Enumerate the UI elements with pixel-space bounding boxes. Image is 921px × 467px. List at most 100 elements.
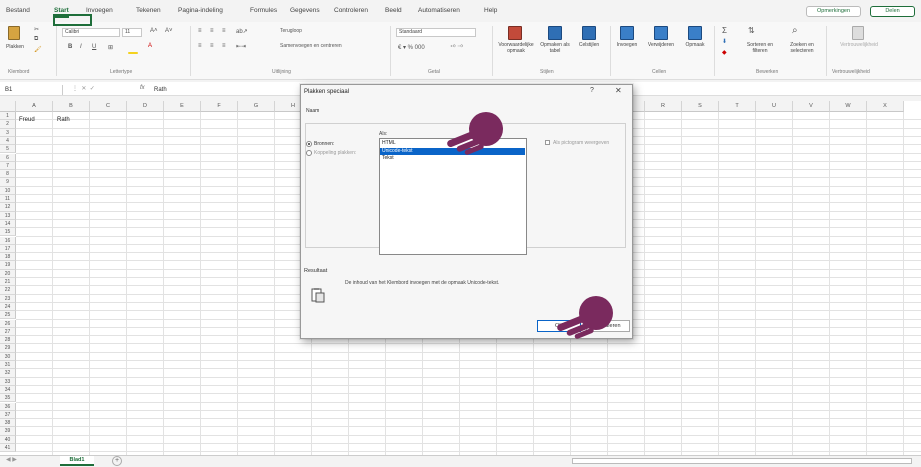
orientation-icon[interactable]: ab↗ (236, 28, 248, 35)
wrap-text-button[interactable]: Terugloop (280, 28, 302, 34)
conditional-format-button[interactable]: Voorwaardelijke opmaak (498, 42, 534, 54)
tab-gegevens[interactable]: Gegevens (290, 7, 320, 14)
sensitivity-button[interactable]: Vertrouwelijkheid (830, 42, 888, 48)
show-as-icon-checkbox[interactable] (545, 140, 550, 145)
column-header-g[interactable]: G (238, 101, 275, 112)
indent-icon[interactable]: ⇤⇥ (236, 43, 246, 50)
cut-icon[interactable]: ✂ (34, 26, 39, 33)
conditional-format-icon[interactable] (508, 26, 522, 40)
find-select-icon[interactable]: ⌕ (792, 25, 798, 36)
column-header-s[interactable]: S (682, 101, 719, 112)
column-header-v[interactable]: V (793, 101, 830, 112)
tab-automatiseren[interactable]: Automatiseren (418, 7, 460, 14)
comments-button[interactable]: Opmerkingen (806, 6, 861, 17)
tab-controleren[interactable]: Controleren (334, 7, 368, 14)
row-header-35[interactable]: 35 (0, 394, 16, 403)
paste-icon[interactable] (8, 26, 20, 40)
insert-cells-icon[interactable] (620, 26, 634, 40)
sheet-nav-icon[interactable]: ◀ ▶ (6, 456, 17, 463)
paste-button[interactable]: Plakken (4, 44, 26, 50)
row-header-2[interactable]: 2 (0, 120, 16, 129)
row-header-22[interactable]: 22 (0, 286, 16, 295)
column-header-x[interactable]: X (867, 101, 904, 112)
row-header-32[interactable]: 32 (0, 369, 16, 378)
help-icon[interactable]: ? (590, 87, 594, 94)
merge-center-button[interactable]: Samenvoegen en centreren (280, 43, 342, 49)
align-left-icon[interactable]: ≡ (198, 43, 202, 49)
column-header-e[interactable]: E (164, 101, 201, 112)
tab-help[interactable]: Help (484, 7, 497, 14)
row-header-3[interactable]: 3 (0, 128, 16, 137)
row-header-10[interactable]: 10 (0, 186, 16, 195)
cell-styles-icon[interactable] (582, 26, 596, 40)
row-header-12[interactable]: 12 (0, 203, 16, 212)
name-box[interactable]: B1 (3, 85, 63, 95)
source-radio[interactable] (306, 141, 312, 147)
tab-formules[interactable]: Formules (250, 7, 277, 14)
row-header-11[interactable]: 11 (0, 195, 16, 204)
row-header-6[interactable]: 6 (0, 153, 16, 162)
row-header-4[interactable]: 4 (0, 136, 16, 146)
row-header-26[interactable]: 26 (0, 319, 16, 328)
row-header-7[interactable]: 7 (0, 161, 16, 171)
delete-cells-icon[interactable] (654, 26, 668, 40)
row-header-8[interactable]: 8 (0, 170, 16, 179)
close-icon[interactable]: ✕ (615, 86, 622, 95)
row-header-21[interactable]: 21 (0, 278, 16, 287)
grow-font-icon[interactable]: A˄ (150, 28, 158, 34)
font-name-select[interactable]: Calibri (62, 28, 120, 37)
formula-bar-buttons[interactable]: ⋮ ✕ ✓ (72, 85, 95, 92)
row-header-31[interactable]: 31 (0, 361, 16, 370)
row-header-9[interactable]: 9 (0, 178, 16, 187)
number-format-select[interactable]: Standaard (396, 28, 476, 37)
clear-icon[interactable]: ◆ (722, 49, 727, 56)
row-header-5[interactable]: 5 (0, 145, 16, 154)
format-as-table-button[interactable]: Opmaken als tabel (536, 42, 574, 54)
row-header-41[interactable]: 41 (0, 444, 16, 453)
horizontal-scrollbar[interactable] (572, 458, 912, 464)
formula-input[interactable]: Rath (154, 85, 167, 95)
row-header-18[interactable]: 18 (0, 253, 16, 262)
row-header-20[interactable]: 20 (0, 269, 16, 278)
fx-icon[interactable]: fx (140, 85, 145, 91)
tab-invoegen[interactable]: Invoegen (86, 7, 113, 14)
format-cells-icon[interactable] (688, 26, 702, 40)
fill-color-icon[interactable] (128, 52, 138, 54)
tab-tekenen[interactable]: Tekenen (136, 7, 161, 14)
row-header-13[interactable]: 13 (0, 211, 16, 220)
row-header-27[interactable]: 27 (0, 327, 16, 337)
align-center-icon[interactable]: ≡ (210, 43, 214, 49)
column-header-d[interactable]: D (127, 101, 164, 112)
paste-format-option[interactable]: Tekst (380, 155, 525, 162)
row-header-24[interactable]: 24 (0, 302, 16, 312)
align-bottom-icon[interactable]: ≡ (222, 28, 226, 34)
row-header-39[interactable]: 39 (0, 427, 16, 436)
row-header-15[interactable]: 15 (0, 228, 16, 237)
sort-filter-icon[interactable]: ⇅ (748, 26, 755, 35)
underline-button[interactable]: U (92, 44, 96, 50)
delete-cells-button[interactable]: Verwijderen (644, 42, 678, 48)
tab-pagina-indeling[interactable]: Pagina-indeling (178, 7, 223, 14)
row-header-23[interactable]: 23 (0, 294, 16, 303)
currency-icon[interactable]: € ▾ % 000 (398, 44, 425, 51)
row-header-17[interactable]: 17 (0, 244, 16, 254)
font-color-icon[interactable]: A (148, 43, 152, 49)
tab-beeld[interactable]: Beeld (385, 7, 402, 14)
align-right-icon[interactable]: ≡ (222, 43, 226, 49)
align-top-icon[interactable]: ≡ (198, 28, 202, 34)
row-header-36[interactable]: 36 (0, 402, 16, 411)
column-header-t[interactable]: T (719, 101, 756, 112)
row-header-19[interactable]: 19 (0, 261, 16, 270)
row-header-33[interactable]: 33 (0, 377, 16, 386)
sort-filter-button[interactable]: Sorteren en filteren (740, 42, 780, 54)
decimal-icon[interactable]: ⁺⁰ ⁻⁰ (450, 44, 463, 51)
column-header-c[interactable]: C (90, 101, 127, 112)
row-header-29[interactable]: 29 (0, 344, 16, 353)
shrink-font-icon[interactable]: A˅ (165, 28, 173, 34)
row-header-16[interactable]: 16 (0, 236, 16, 245)
share-button[interactable]: Delen (870, 6, 915, 17)
column-header-f[interactable]: F (201, 101, 238, 112)
copy-icon[interactable]: ⧉ (34, 36, 38, 43)
select-all-corner[interactable] (0, 101, 16, 112)
borders-icon[interactable]: ⊞ (108, 44, 113, 51)
